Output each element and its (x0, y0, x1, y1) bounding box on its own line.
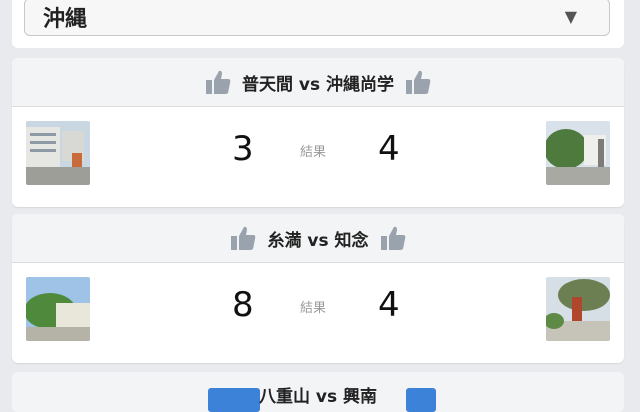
region-dropdown-value: 沖縄 (43, 7, 88, 32)
region-dropdown[interactable]: 沖縄 ▼ (24, 0, 610, 36)
home-school-photo[interactable] (26, 277, 90, 341)
home-score: 3 (232, 129, 254, 169)
game-title: 普天間 vs 沖縄尚学 (241, 74, 395, 95)
result-label: 結果 (300, 301, 327, 316)
thumbs-up-icon[interactable] (204, 68, 232, 96)
game-card-1[interactable]: 普天間 vs 沖縄尚学 3 結果 4 (12, 58, 624, 207)
game-card-header: 糸満 vs 知念 (12, 214, 624, 263)
thumbs-up-icon[interactable] (229, 224, 257, 252)
result-label: 結果 (300, 145, 327, 160)
game-card-header: 普天間 vs 沖縄尚学 (12, 58, 624, 107)
thumbs-up-icon[interactable] (404, 68, 432, 96)
chevron-down-icon: ▼ (564, 7, 577, 26)
away-school-photo[interactable] (546, 277, 610, 341)
game-title: 糸満 vs 知念 (267, 230, 369, 251)
game-card-3[interactable]: 八重山 vs 興南 (12, 372, 624, 412)
away-score: 4 (378, 285, 400, 325)
away-school-photo[interactable] (546, 121, 610, 185)
home-score: 8 (232, 285, 254, 325)
thumbs-up-icon[interactable] (379, 224, 407, 252)
home-school-photo[interactable] (26, 121, 90, 185)
game-card-2[interactable]: 糸満 vs 知念 8 結果 4 (12, 214, 624, 363)
game-card-header: 八重山 vs 興南 (12, 372, 624, 412)
away-score: 4 (378, 129, 400, 169)
thumbs-up-icon[interactable] (406, 388, 436, 412)
game-title: 八重山 vs 興南 (258, 387, 378, 407)
